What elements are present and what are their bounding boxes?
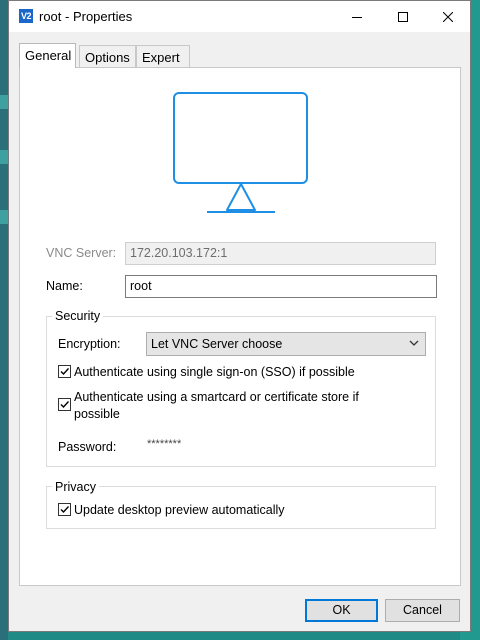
close-icon bbox=[443, 11, 453, 22]
desktop-background-left bbox=[0, 0, 8, 640]
general-tab-panel: VNC Server: 172.20.103.172:1 Name: root … bbox=[19, 67, 461, 586]
maximize-icon bbox=[398, 11, 408, 22]
encryption-selected-value: Let VNC Server choose bbox=[151, 337, 283, 351]
update-preview-label: Update desktop preview automatically bbox=[74, 503, 285, 517]
sso-checkbox[interactable] bbox=[58, 365, 71, 378]
name-label: Name: bbox=[46, 279, 83, 293]
title-bar[interactable]: V2 root - Properties bbox=[9, 1, 470, 32]
monitor-icon bbox=[173, 92, 308, 213]
tab-expert[interactable]: Expert bbox=[136, 45, 190, 67]
tab-options[interactable]: Options bbox=[79, 45, 136, 67]
minimize-button[interactable] bbox=[334, 1, 380, 32]
name-field[interactable]: root bbox=[125, 275, 437, 298]
vnc-viewer-app-icon: V2 bbox=[19, 9, 33, 23]
vnc-server-field: 172.20.103.172:1 bbox=[125, 242, 436, 265]
checkmark-icon bbox=[60, 401, 70, 409]
security-group-title: Security bbox=[52, 309, 104, 323]
sso-checkbox-label: Authenticate using single sign-on (SSO) … bbox=[74, 365, 355, 379]
ok-button[interactable]: OK bbox=[305, 599, 378, 622]
update-preview-checkbox[interactable] bbox=[58, 503, 71, 516]
tab-general[interactable]: General bbox=[19, 43, 76, 68]
password-label: Password: bbox=[58, 440, 117, 454]
checkmark-icon bbox=[60, 368, 70, 376]
cancel-button[interactable]: Cancel bbox=[385, 599, 460, 622]
maximize-button[interactable] bbox=[380, 1, 426, 32]
password-value: ******** bbox=[147, 438, 182, 450]
checkmark-icon bbox=[60, 506, 70, 514]
update-preview-option[interactable]: Update desktop preview automatically bbox=[58, 502, 418, 519]
desktop-stripe bbox=[0, 95, 8, 109]
properties-dialog: V2 root - Properties General Options Exp… bbox=[8, 0, 471, 632]
encryption-label: Encryption: bbox=[58, 337, 121, 351]
sso-option[interactable]: Authenticate using single sign-on (SSO) … bbox=[58, 364, 418, 381]
window-title: root - Properties bbox=[39, 9, 133, 24]
chevron-down-icon bbox=[409, 340, 419, 346]
desktop-stripe bbox=[0, 150, 8, 164]
privacy-group-title: Privacy bbox=[52, 480, 99, 494]
smartcard-checkbox[interactable] bbox=[58, 398, 71, 411]
smartcard-checkbox-label: Authenticate using a smartcard or certif… bbox=[74, 390, 359, 421]
vnc-server-label: VNC Server: bbox=[46, 246, 117, 260]
minimize-icon bbox=[352, 16, 362, 18]
smartcard-option[interactable]: Authenticate using a smartcard or certif… bbox=[58, 389, 378, 423]
desktop-stripe bbox=[0, 210, 8, 224]
close-button[interactable] bbox=[425, 1, 471, 32]
encryption-dropdown[interactable]: Let VNC Server choose bbox=[146, 332, 426, 356]
